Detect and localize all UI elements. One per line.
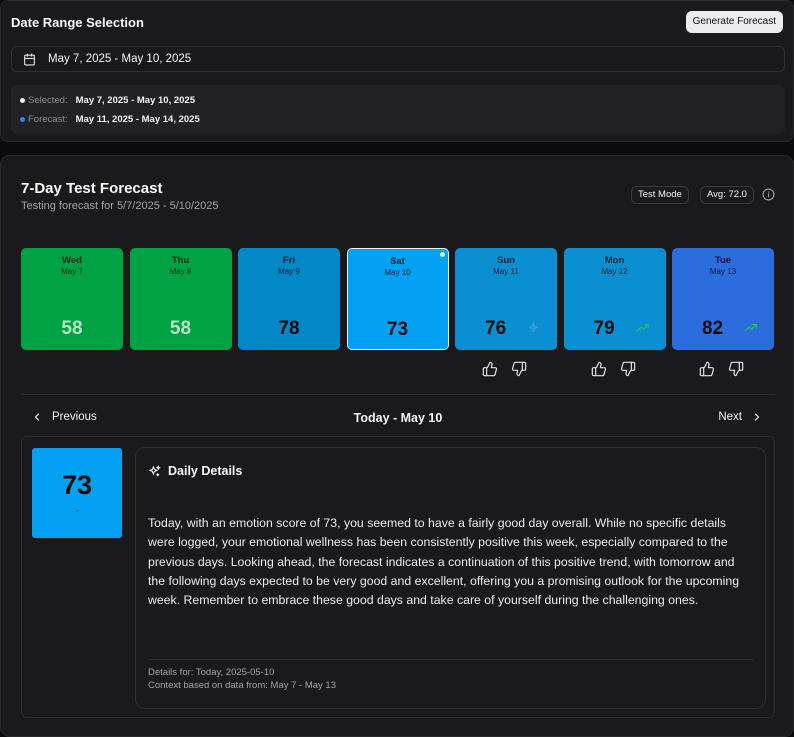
day-date: May 9: [278, 267, 300, 276]
day-date: May 11: [493, 267, 519, 276]
legend-forecast-value: May 11, 2025 - May 14, 2025: [75, 114, 200, 125]
average-badge: Avg: 72.0: [700, 186, 754, 204]
details-for-text: Details for: Today, 2025-05-10: [148, 667, 275, 678]
next-day-button[interactable]: Next: [718, 411, 763, 423]
day-score: 82: [702, 318, 724, 339]
daily-details-card: Daily Details Today, with an emotion sco…: [135, 447, 766, 709]
test-mode-badge: Test Mode: [631, 186, 689, 204]
daily-details-title: Daily Details: [168, 464, 243, 478]
day-score: 73: [386, 319, 409, 340]
day-score: 58: [61, 318, 83, 339]
thumbs-down-icon[interactable]: [511, 361, 527, 377]
forecast-dot: [20, 117, 25, 122]
day-name: Fri: [282, 255, 296, 266]
forecast-subtitle: Testing forecast for 5/7/2025 - 5/10/202…: [21, 200, 219, 212]
day-date: May 7: [61, 267, 83, 276]
day-card-sun[interactable]: Sun May 11 76: [455, 248, 557, 350]
selected-dot: [20, 98, 25, 103]
date-range-value: May 7, 2025 - May 10, 2025: [48, 53, 192, 65]
info-icon[interactable]: [762, 188, 775, 201]
range-legend: Selected: May 7, 2025 - May 10, 2025 For…: [11, 85, 785, 134]
thumbs-up-icon[interactable]: [699, 361, 715, 377]
daily-details-text: Today, with an emotion score of 73, you …: [148, 516, 740, 608]
date-range-picker[interactable]: May 7, 2025 - May 10, 2025: [11, 46, 785, 72]
divider: [21, 394, 775, 395]
day-name: Wed: [62, 255, 82, 266]
sparkle-icon: [528, 322, 538, 333]
legend-selected-label: Selected:: [28, 95, 68, 106]
day-card-tue[interactable]: Tue May 13 82: [672, 248, 774, 350]
date-range-panel: Date Range Selection Generate Forecast M…: [0, 0, 794, 142]
day-date: May 13: [709, 267, 737, 276]
trending-up-icon: [744, 324, 757, 332]
daily-details-heading: Daily Details: [148, 464, 242, 478]
details-context-text: Context based on data from: May 7 - May …: [148, 680, 336, 691]
day-score: 78: [278, 318, 300, 339]
day-score: 76: [485, 318, 507, 339]
day-name: Tue: [714, 255, 732, 266]
thumbs-up-icon[interactable]: [482, 361, 498, 377]
forecast-panel: 7-Day Test Forecast Testing forecast for…: [0, 155, 794, 737]
thumbs-down-icon[interactable]: [728, 361, 744, 377]
day-card-wed[interactable]: Wed May 7 58: [21, 248, 123, 350]
day-card-mon[interactable]: Mon May 12 79: [563, 248, 666, 350]
sparkles-icon: [149, 465, 161, 476]
generate-forecast-button[interactable]: Generate Forecast: [685, 11, 783, 33]
day-card-thu[interactable]: Thu May 8 58: [129, 248, 232, 350]
day-date: May 10: [384, 268, 411, 277]
legend-forecast-label: Forecast:: [28, 114, 68, 125]
selected-indicator: [439, 252, 445, 257]
calendar-icon: [24, 53, 35, 65]
legend-selected: Selected: May 7, 2025 - May 10, 2025: [20, 95, 195, 106]
forecast-title: 7-Day Test Forecast: [21, 180, 163, 197]
thumbs-up-icon[interactable]: [591, 361, 607, 377]
day-card-fri[interactable]: Fri May 9 78: [238, 248, 340, 350]
legend-selected-value: May 7, 2025 - May 10, 2025: [75, 95, 195, 106]
day-name: Mon: [604, 255, 625, 266]
day-detail-section: 73 - Daily Details Today, with an emotio…: [21, 436, 775, 718]
day-score: 58: [169, 318, 192, 339]
day-name: Sat: [390, 256, 405, 267]
day-date: May 8: [169, 267, 192, 276]
day-name: Thu: [171, 255, 190, 266]
day-score-tile: 73 -: [32, 448, 122, 538]
current-day-label: Today - May 10: [353, 411, 443, 425]
day-name: Sun: [497, 255, 515, 266]
day-score: 79: [593, 318, 615, 339]
trending-up-icon: [636, 324, 649, 332]
details-divider: [148, 659, 753, 660]
day-score-value: 73: [61, 470, 93, 500]
next-label: Next: [718, 411, 742, 423]
chevron-right-icon: [754, 413, 760, 421]
day-score-sub: -: [75, 506, 79, 515]
day-date: May 12: [601, 267, 628, 276]
panel-title: Date Range Selection: [11, 15, 144, 30]
day-card-sat[interactable]: Sat May 10 73: [346, 248, 449, 350]
thumbs-down-icon[interactable]: [620, 361, 636, 377]
legend-forecast: Forecast: May 11, 2025 - May 14, 2025: [20, 114, 200, 125]
